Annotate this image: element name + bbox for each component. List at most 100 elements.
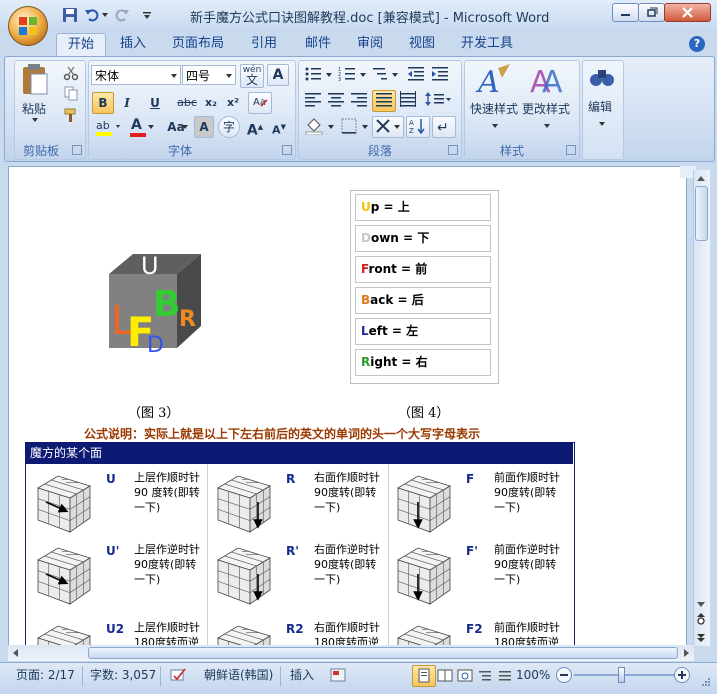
- zoom-slider-thumb[interactable]: [618, 667, 625, 683]
- bold-button[interactable]: B: [92, 92, 114, 114]
- zoom-in-button[interactable]: [674, 667, 690, 683]
- horizontal-scroll-thumb[interactable]: [88, 647, 678, 659]
- tab-home[interactable]: 开始: [56, 33, 106, 56]
- subscript-button[interactable]: x₂: [200, 92, 222, 114]
- align-center-button[interactable]: [325, 90, 347, 112]
- scroll-right-icon[interactable]: [680, 647, 692, 659]
- italic-button[interactable]: I: [116, 92, 138, 114]
- sort-button[interactable]: AZ: [406, 116, 430, 138]
- phonetic-guide-button[interactable]: wén 文: [240, 64, 264, 88]
- vertical-scrollbar[interactable]: [693, 170, 710, 646]
- bullets-button[interactable]: [302, 64, 336, 86]
- borders-button[interactable]: [338, 116, 372, 138]
- clear-format-button[interactable]: Aa: [248, 92, 272, 114]
- minimize-button[interactable]: [612, 3, 639, 22]
- undo-icon[interactable]: [84, 7, 100, 23]
- change-styles-button[interactable]: AA 更改样式: [522, 62, 574, 136]
- scroll-left-icon[interactable]: [10, 647, 22, 659]
- font-launcher-icon[interactable]: [282, 145, 292, 155]
- customize-qat-icon[interactable]: [142, 10, 152, 20]
- web-layout-button[interactable]: [456, 667, 474, 685]
- macro-record-icon[interactable]: [330, 667, 346, 683]
- def-rest: ight = 右: [370, 355, 428, 369]
- move-description-line: 一下): [134, 573, 161, 586]
- tab-review[interactable]: 审阅: [350, 33, 390, 55]
- paragraph-launcher-icon[interactable]: [448, 145, 458, 155]
- line-spacing-button[interactable]: [422, 90, 454, 112]
- word-count[interactable]: 字数: 3,057: [90, 667, 156, 683]
- browse-object-icon[interactable]: [694, 615, 708, 627]
- print-layout-icon: [418, 668, 430, 683]
- next-page-icon[interactable]: [694, 632, 708, 644]
- strikethrough-button[interactable]: abc: [174, 92, 200, 114]
- font-color-label: A: [131, 117, 142, 133]
- grow-font-button[interactable]: A▲: [244, 116, 266, 139]
- page-count[interactable]: 页面: 2/17: [16, 667, 75, 683]
- paste-button[interactable]: 粘贴: [20, 62, 50, 122]
- distributed-button[interactable]: [397, 90, 419, 112]
- character-border-button[interactable]: A: [267, 64, 289, 86]
- tab-developer[interactable]: 开发工具: [456, 33, 518, 55]
- shading-button[interactable]: [302, 116, 338, 138]
- editing-button[interactable]: 编辑: [584, 62, 620, 142]
- show-marks-button[interactable]: ↵: [432, 116, 456, 138]
- tab-view[interactable]: 视图: [402, 33, 442, 55]
- copy-button[interactable]: [60, 84, 82, 106]
- superscript-button[interactable]: x²: [222, 92, 244, 114]
- align-right-button[interactable]: [348, 90, 370, 112]
- full-screen-reading-button[interactable]: [436, 667, 454, 685]
- change-case-button[interactable]: Aa: [160, 116, 192, 138]
- cut-button[interactable]: [60, 64, 82, 86]
- close-button[interactable]: [664, 3, 711, 22]
- enclose-characters-button[interactable]: 字: [218, 116, 240, 138]
- format-painter-button[interactable]: [60, 106, 82, 128]
- move-cell: F 前面作顺时针 90度转(即转 一下): [390, 470, 565, 540]
- save-icon[interactable]: [62, 7, 78, 23]
- tab-references[interactable]: 引用: [244, 33, 284, 55]
- distributed-icon: [400, 91, 416, 107]
- zoom-level[interactable]: 100%: [516, 667, 550, 683]
- restore-button[interactable]: [638, 3, 665, 22]
- move-description-line: 右面作顺时针: [314, 471, 380, 484]
- justify-button[interactable]: [372, 90, 396, 112]
- office-button[interactable]: [8, 6, 48, 46]
- underline-button[interactable]: U: [140, 92, 170, 114]
- draft-view-button[interactable]: [496, 667, 514, 685]
- font-color-button[interactable]: A: [126, 116, 158, 138]
- tab-page-layout[interactable]: 页面布局: [168, 33, 228, 55]
- multilevel-list-button[interactable]: [370, 64, 402, 86]
- chinese-layout-button[interactable]: [372, 116, 404, 138]
- rubiks-cube-icon: [217, 625, 271, 645]
- decrease-indent-button[interactable]: [404, 64, 428, 86]
- insert-mode[interactable]: 插入: [290, 667, 314, 683]
- highlight-button[interactable]: ab: [92, 116, 124, 138]
- print-layout-view-button[interactable]: [412, 665, 436, 687]
- numbering-button[interactable]: 123: [336, 64, 370, 86]
- quick-styles-button[interactable]: A 快速样式: [468, 62, 520, 136]
- proofing-icon[interactable]: [170, 667, 188, 683]
- font-name-combo[interactable]: 宋体: [91, 65, 181, 85]
- clipboard-launcher-icon[interactable]: [72, 145, 82, 155]
- help-icon[interactable]: ?: [689, 36, 705, 52]
- align-left-button[interactable]: [302, 90, 324, 112]
- def-rest: ack = 后: [370, 293, 424, 307]
- tab-mailings[interactable]: 邮件: [298, 33, 338, 55]
- scroll-up-icon[interactable]: [694, 172, 708, 184]
- tab-insert[interactable]: 插入: [112, 33, 154, 55]
- shrink-font-button[interactable]: A▼: [268, 116, 290, 138]
- move-description-line: 前面作顺时针: [494, 471, 560, 484]
- vertical-scroll-thumb[interactable]: [695, 186, 708, 241]
- scroll-down-icon[interactable]: [694, 598, 708, 610]
- zoom-in-icon: [678, 671, 686, 679]
- styles-launcher-icon[interactable]: [566, 145, 576, 155]
- undo-dropdown-icon[interactable]: [100, 11, 108, 19]
- redo-icon[interactable]: [114, 7, 130, 23]
- character-shading-button[interactable]: A: [194, 116, 214, 138]
- language-status[interactable]: 朝鲜语(韩国): [204, 667, 273, 683]
- increase-indent-button[interactable]: [428, 64, 452, 86]
- move-description-line: 90度转(即转: [134, 558, 197, 571]
- outline-view-button[interactable]: [476, 667, 494, 685]
- zoom-out-button[interactable]: [556, 667, 572, 683]
- font-size-combo[interactable]: 四号: [182, 65, 236, 85]
- resize-grip-icon[interactable]: [700, 676, 712, 688]
